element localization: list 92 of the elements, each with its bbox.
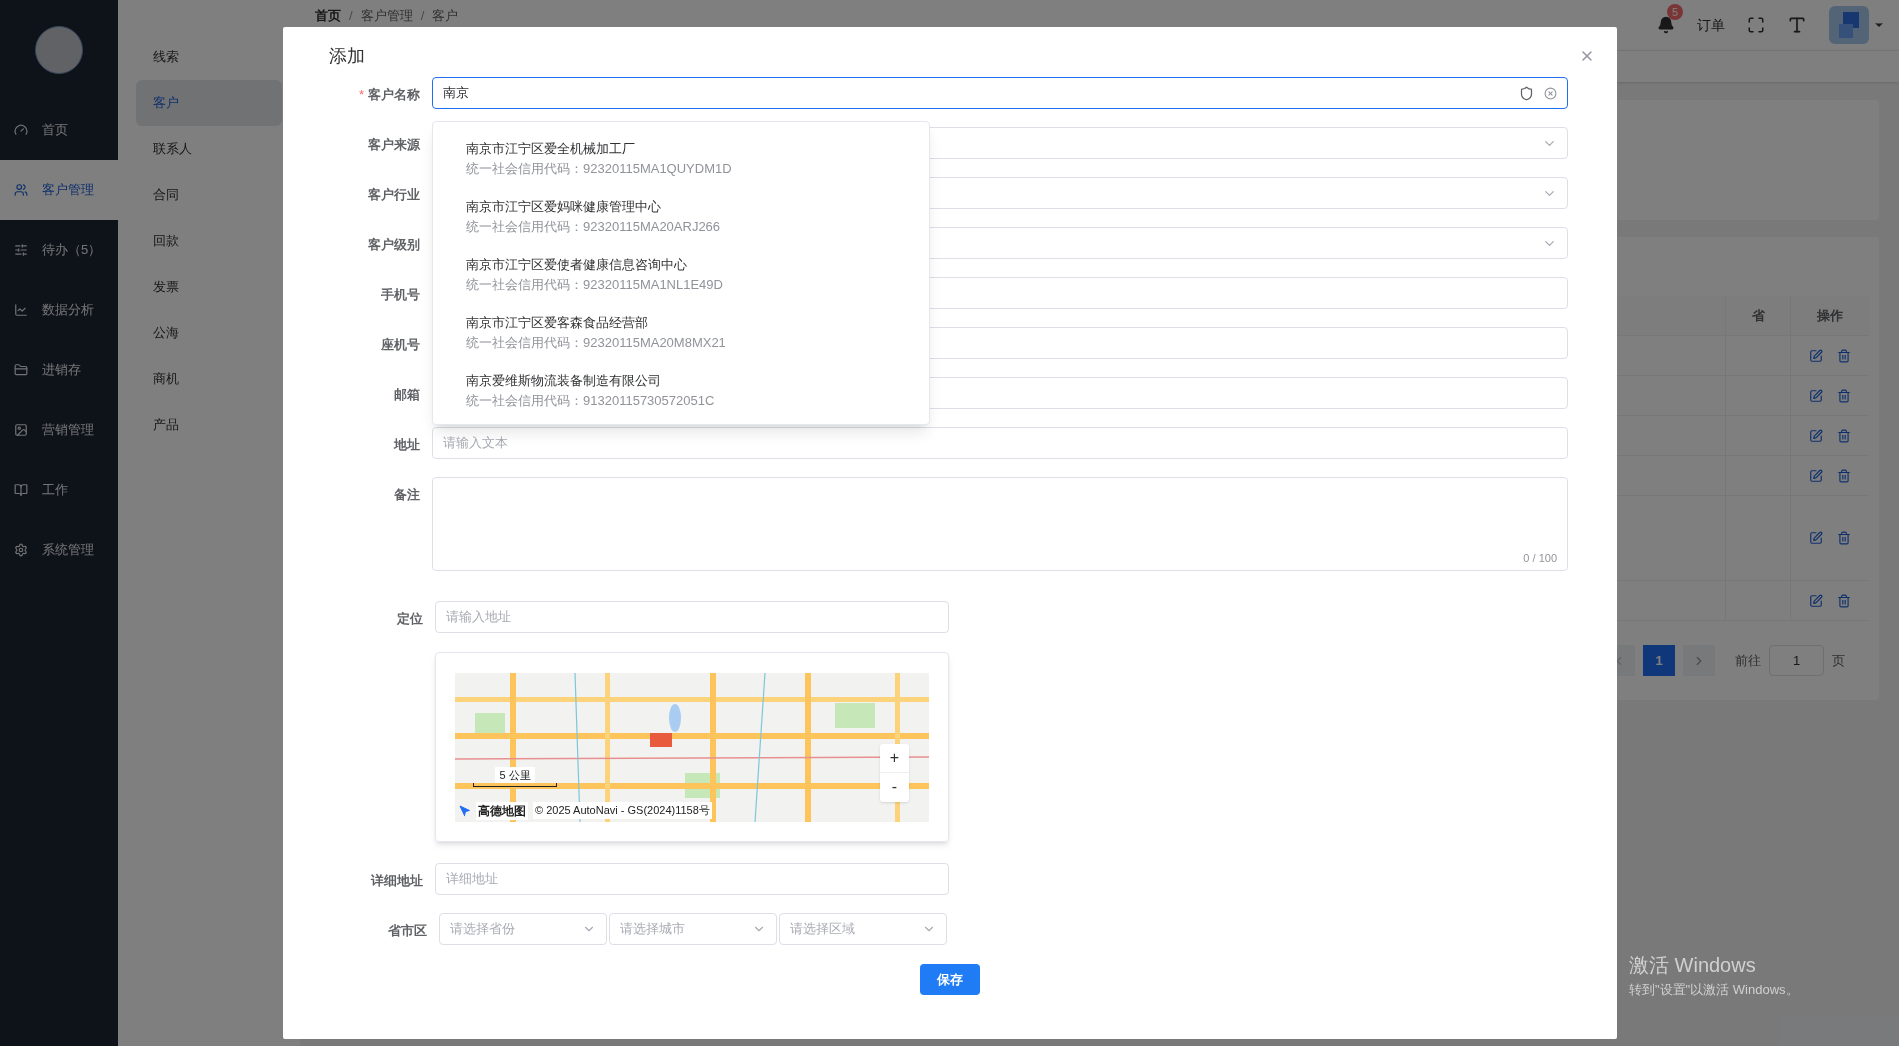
edit-icon[interactable]	[1809, 388, 1823, 403]
select-field[interactable]: 请选择区域	[779, 913, 947, 945]
input-field[interactable]: 请输入文本	[432, 427, 1568, 459]
input-field[interactable]: 南京	[432, 77, 1568, 109]
field-label: 定位	[397, 610, 423, 628]
users-icon	[14, 183, 28, 197]
breadcrumb-item[interactable]: 首页	[315, 6, 341, 26]
save-button[interactable]: 保存	[920, 964, 980, 995]
chart-icon	[14, 303, 28, 317]
sidebar-item[interactable]: 待办（5）	[0, 220, 118, 280]
field-label: 座机号	[381, 336, 420, 354]
font-size-icon[interactable]	[1787, 15, 1807, 35]
char-counter: 0 / 100	[1523, 550, 1557, 566]
avatar[interactable]	[1829, 6, 1869, 44]
sidebar-item[interactable]: 工作	[0, 460, 118, 520]
orders-link[interactable]: 订单	[1697, 14, 1725, 36]
field-label: 客户级别	[368, 236, 420, 254]
suggestion-item[interactable]: 南京市江宁区爱妈咪健康管理中心 统一社会信用代码：92320115MA20ARJ266	[433, 188, 929, 246]
delete-icon[interactable]	[1837, 428, 1851, 443]
notification-badge: 5	[1667, 4, 1684, 20]
sliders-icon	[14, 243, 28, 257]
gauge-icon	[14, 123, 28, 137]
book-icon	[14, 483, 28, 497]
goto-label: 前往	[1735, 651, 1761, 670]
submenu-item[interactable]: 商机	[136, 356, 282, 402]
delete-icon[interactable]	[1837, 348, 1851, 363]
avatar[interactable]	[35, 26, 83, 74]
bell-icon[interactable]	[1657, 16, 1675, 34]
image-icon	[14, 423, 28, 437]
fullscreen-icon[interactable]	[1747, 16, 1765, 34]
page-number[interactable]: 1	[1643, 645, 1675, 676]
breadcrumb-separator: /	[349, 7, 353, 25]
submenu-item[interactable]: 回款	[136, 218, 282, 264]
field-label: 邮箱	[394, 386, 420, 404]
arrow-icon	[459, 804, 471, 817]
zoom-out-button[interactable]: -	[880, 772, 909, 802]
breadcrumb-item[interactable]: 客户	[432, 6, 459, 26]
breadcrumb-item[interactable]: 客户管理	[360, 6, 413, 26]
delete-icon[interactable]	[1837, 388, 1851, 403]
sidebar-item[interactable]: 系统管理	[0, 520, 118, 580]
page-input[interactable]: 1	[1769, 645, 1824, 676]
field-label: 客户行业	[368, 186, 420, 204]
activation-hint: 转到"设置"以激活 Windows。	[1629, 981, 1799, 999]
edit-icon[interactable]	[1809, 468, 1823, 483]
breadcrumb-separator: /	[420, 7, 425, 25]
select-field[interactable]: 请选择城市	[609, 913, 777, 945]
activation-title: 激活 Windows	[1629, 953, 1757, 978]
required-mark: *	[358, 86, 364, 104]
delete-icon[interactable]	[1837, 468, 1851, 483]
submenu-item[interactable]: 产品	[136, 402, 282, 448]
submenu-item[interactable]: 公海	[136, 310, 282, 356]
dialog-title: 添加	[329, 44, 365, 68]
textarea-field[interactable]: 0 / 100	[432, 477, 1568, 571]
edit-icon[interactable]	[1809, 428, 1823, 443]
field-label: 手机号	[381, 286, 420, 304]
page-suffix: 页	[1832, 651, 1845, 670]
column-header: 省	[1725, 296, 1790, 335]
delete-icon[interactable]	[1837, 531, 1851, 545]
sidebar-item[interactable]: 数据分析	[0, 280, 118, 340]
sidebar-item[interactable]: 进销存	[0, 340, 118, 400]
delete-icon[interactable]	[1837, 593, 1851, 608]
select-field[interactable]: 请选择省份	[439, 913, 607, 945]
map-attribution: © 2025 AutoNavi - GS(2024)1158号	[533, 802, 712, 819]
clear-icon[interactable]	[1544, 86, 1557, 100]
shield-icon[interactable]	[1519, 85, 1534, 101]
suggestion-item[interactable]: 南京爱维斯物流装备制造有限公司 统一社会信用代码：91320115730572051C	[433, 362, 929, 420]
edit-icon[interactable]	[1809, 348, 1823, 363]
field-label: 备注	[394, 486, 420, 504]
input-field[interactable]: 详细地址	[435, 863, 949, 895]
folder-icon	[14, 363, 28, 377]
submenu-item[interactable]: 发票	[136, 264, 282, 310]
field-label: 详细地址	[371, 872, 423, 890]
edit-icon[interactable]	[1809, 593, 1823, 608]
edit-icon[interactable]	[1809, 531, 1823, 545]
zoom-in-button[interactable]: +	[880, 743, 909, 773]
suggestion-item[interactable]: 南京市江宁区爱使者健康信息咨询中心 统一社会信用代码：92320115MA1NL1E49D	[433, 246, 929, 304]
sidebar-item[interactable]: 首页	[0, 100, 118, 160]
submenu-item[interactable]: 合同	[136, 172, 282, 218]
submenu-item[interactable]: 线索	[136, 34, 282, 80]
field-label: 省市区	[388, 922, 427, 940]
field-label: 客户名称	[368, 86, 420, 104]
sidebar-item[interactable]: 营销管理	[0, 400, 118, 460]
sidebar-item[interactable]: 客户管理	[0, 160, 118, 220]
input-field[interactable]: 请输入地址	[435, 601, 949, 633]
field-label: 地址	[394, 436, 420, 454]
gear-icon	[14, 543, 28, 557]
submenu-item[interactable]: 客户	[136, 80, 282, 126]
suggestion-item[interactable]: 南京市江宁区爱客森食品经营部 统一社会信用代码：92320115MA20M8MX21	[433, 304, 929, 362]
submenu-item[interactable]: 联系人	[136, 126, 282, 172]
suggestion-item[interactable]: 南京市江宁区爱全机械加工厂 统一社会信用代码：92320115MA1QUYDM1D	[433, 130, 929, 188]
column-header: 操作	[1790, 296, 1869, 335]
field-label: 客户来源	[368, 136, 420, 154]
